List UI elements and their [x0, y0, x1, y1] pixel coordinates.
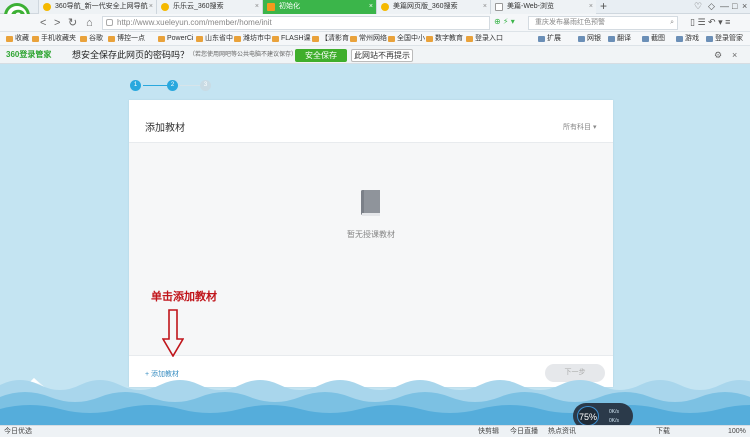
bookmark-item[interactable]: 全国中小	[388, 32, 425, 46]
close-window-icon[interactable]: ×	[742, 1, 747, 11]
skin-icon[interactable]: ◇	[708, 1, 715, 12]
close-icon[interactable]: ×	[255, 0, 259, 14]
close-icon[interactable]: ×	[732, 46, 737, 64]
bookmark-item[interactable]: 收藏	[6, 32, 29, 46]
bookmark-item[interactable]: 数字教育	[426, 32, 463, 46]
url-input[interactable]: http://www.xueleyun.com/member/home/init	[102, 16, 490, 30]
subject-filter-select[interactable]: 所有科目 ▾	[563, 122, 596, 132]
bookmark-item[interactable]: 手机收藏夹	[32, 32, 76, 46]
tab-leleyun-search[interactable]: 乐乐云_360搜索 ×	[156, 0, 262, 14]
down-arrow-icon	[162, 309, 184, 357]
card-header: 添加教材 所有科目 ▾	[129, 100, 613, 143]
status-item[interactable]: 快剪辑	[478, 426, 499, 437]
url-text: http://www.xueleyun.com/member/home/init	[117, 18, 272, 27]
save-password-bar: 360登录管家 想安全保存此网页的密码吗？ （若您使用网吧等公共电脑不建议保存）…	[0, 46, 750, 64]
tab-label: 乐乐云_360搜索	[173, 3, 224, 10]
page-content: 1 2 3 添加教材 所有科目 ▾ 暂无授课教材 + 添加教材 下一步 单击添加…	[0, 64, 750, 425]
tab-favicon-icon	[43, 3, 51, 11]
tab-meipian-search[interactable]: 美篇网页版_360搜索 ×	[376, 0, 490, 14]
refresh-icon[interactable]: ↻	[68, 16, 77, 30]
bookmark-tool[interactable]: 扩展	[538, 32, 561, 46]
never-prompt-button[interactable]: 此网站不再提示	[351, 49, 413, 62]
tab-meipian-web[interactable]: 美篇-Web-浏览 ×	[490, 0, 596, 14]
close-icon[interactable]: ×	[589, 0, 593, 14]
search-placeholder: 重庆发布暴雨红色预警	[535, 19, 605, 26]
tab-360-nav[interactable]: 360导航_新一代安全上网导航 ×	[38, 0, 156, 14]
maximize-icon[interactable]: □	[732, 1, 737, 11]
card-title: 添加教材	[145, 123, 185, 134]
address-bar: < > ↻ ⌂ http://www.xueleyun.com/member/h…	[0, 14, 750, 32]
bookmarks-bar: 收藏 手机收藏夹 谷歌 博控一点 PowerCi 山东省中 潍坊市中 FLASH…	[0, 32, 750, 46]
step-indicator: 3	[200, 80, 211, 91]
bookmark-item[interactable]: FLASH课	[272, 32, 311, 46]
close-icon[interactable]: ×	[483, 0, 487, 14]
new-tab-button[interactable]: +	[600, 0, 607, 12]
status-bar: 今日优选 快剪辑 今日直播 热点资讯 下载 100%	[0, 425, 750, 437]
tab-label: 初始化	[279, 3, 300, 10]
tab-favicon-icon	[267, 3, 275, 11]
toolbar-icons[interactable]: ▯ ☰ ↶ ▾ ≡	[690, 17, 730, 28]
bookmark-tool[interactable]: 登录管家	[706, 32, 743, 46]
bookmark-item[interactable]: 谷歌	[80, 32, 103, 46]
status-item[interactable]: 今日直播	[510, 426, 538, 437]
step-connector	[143, 85, 167, 86]
close-icon[interactable]: ×	[369, 0, 373, 14]
save-password-note: （若您使用网吧等公共电脑不建议保存）	[189, 52, 298, 58]
step-indicator: 2	[167, 80, 178, 91]
gear-icon[interactable]: ⚙	[714, 46, 722, 64]
tab-label: 360导航_新一代安全上网导航	[55, 3, 148, 10]
bookmark-item[interactable]: 常州网络	[350, 32, 387, 46]
tab-bar: 360导航_新一代安全上网导航 × 乐乐云_360搜索 × 初始化 × 美篇网页…	[0, 0, 750, 14]
upload-rate: 0K/s	[609, 409, 620, 415]
search-input[interactable]: 重庆发布暴雨红色预警 ⌕	[528, 16, 678, 30]
empty-message: 暂无授课教材	[347, 230, 395, 239]
bookmark-item[interactable]: 【清影育	[312, 32, 349, 46]
shield-icon[interactable]: ♡	[694, 1, 702, 12]
tab-label: 美篇网页版_360搜索	[393, 3, 458, 10]
daily-picks[interactable]: 今日优选	[4, 426, 32, 437]
bookmark-tool[interactable]: 截图	[642, 32, 665, 46]
tab-favicon-icon	[381, 3, 389, 11]
login-manager-brand: 360登录管家	[6, 50, 52, 59]
bookmark-item[interactable]: 潍坊市中	[234, 32, 271, 46]
tab-favicon-icon	[161, 3, 169, 11]
instruction-annotation: 单击添加教材	[151, 291, 217, 303]
bookmark-tool[interactable]: 翻译	[608, 32, 631, 46]
minimize-icon[interactable]: —	[720, 1, 729, 11]
bookmark-item[interactable]: 博控一点	[108, 32, 145, 46]
forward-icon[interactable]: >	[54, 16, 60, 30]
download-rate: 0K/s	[609, 418, 620, 424]
status-item[interactable]: 热点资讯	[548, 426, 576, 437]
home-icon[interactable]: ⌂	[86, 16, 93, 30]
bookmark-item[interactable]: 登录入口	[466, 32, 503, 46]
close-icon[interactable]: ×	[149, 0, 153, 14]
url-tools-icon[interactable]: ⊕ ⚡ ▾	[494, 17, 515, 26]
zoom-level[interactable]: 100%	[728, 426, 746, 437]
speed-percent: 75%	[577, 406, 599, 426]
empty-state: 暂无授课教材	[129, 143, 613, 355]
book-icon	[361, 190, 380, 216]
wave-decoration	[0, 380, 750, 425]
save-password-question: 想安全保存此网页的密码吗？	[72, 50, 190, 60]
bookmark-tool[interactable]: 游戏	[676, 32, 699, 46]
status-item[interactable]: 下载	[656, 426, 670, 437]
bookmark-tool[interactable]: 网银	[578, 32, 601, 46]
add-textbook-card: 添加教材 所有科目 ▾ 暂无授课教材 + 添加教材 下一步	[129, 100, 613, 387]
step-connector	[180, 85, 200, 86]
page-icon	[106, 19, 113, 26]
step-indicator: 1	[130, 80, 141, 91]
tab-init[interactable]: 初始化 ×	[262, 0, 376, 14]
back-icon[interactable]: <	[40, 16, 46, 30]
search-icon[interactable]: ⌕	[670, 17, 674, 29]
bookmark-item[interactable]: PowerCi	[158, 32, 193, 46]
tab-favicon-icon	[495, 3, 503, 11]
chevron-down-icon: ▾	[592, 124, 597, 131]
subject-filter-label: 所有科目	[563, 124, 591, 131]
bookmark-item[interactable]: 山东省中	[196, 32, 233, 46]
wizard-steps: 1 2 3	[130, 80, 220, 92]
tab-label: 美篇-Web-浏览	[507, 3, 554, 10]
save-password-button[interactable]: 安全保存	[295, 49, 347, 62]
